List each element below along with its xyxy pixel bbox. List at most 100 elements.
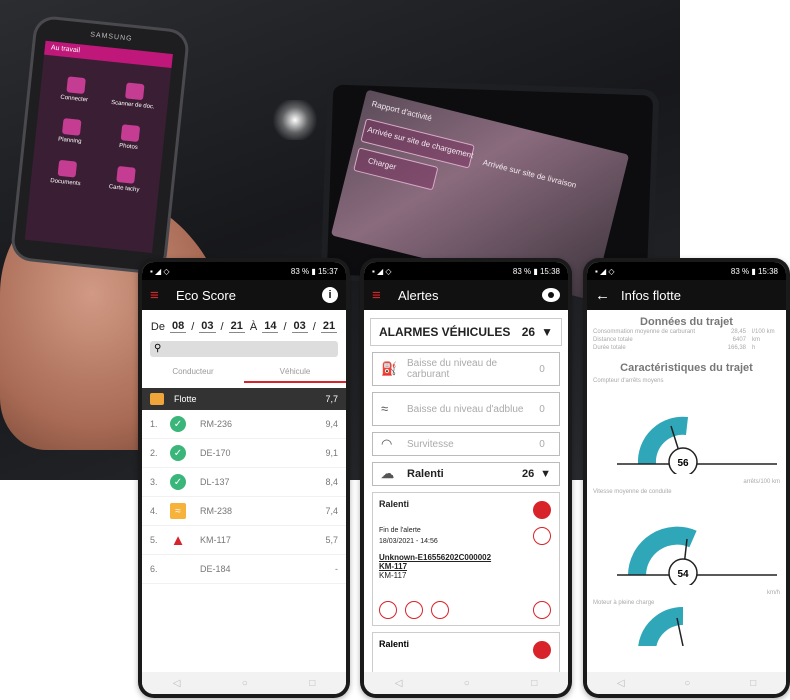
vehicle-score: - — [335, 564, 338, 574]
phone-icon[interactable] — [379, 601, 397, 619]
speedometer-icon: ◠ — [381, 436, 393, 451]
check-icon: ✓ — [170, 445, 186, 461]
date-from-month[interactable]: 03 — [199, 320, 216, 333]
menu-icon[interactable]: ≡ — [372, 287, 398, 304]
eye-off-icon[interactable] — [533, 501, 551, 519]
fleet-row[interactable]: Flotte 7,7 — [142, 388, 346, 410]
gauge-value: 54 — [677, 569, 689, 580]
signal-icon: ▪ ◢ ◇ — [372, 266, 392, 276]
chat-icon[interactable] — [405, 601, 423, 619]
alert-card-survitesse[interactable]: ◠ Survitesse 0 — [372, 432, 560, 456]
trip-data-label: Distance totale — [593, 337, 633, 343]
nav-bar: ◁ ○ □ — [587, 672, 786, 694]
empty-icon — [170, 561, 186, 577]
detail-title: Ralenti — [379, 639, 410, 649]
note-icon[interactable] — [533, 601, 551, 619]
vehicle-name: DE-184 — [200, 564, 231, 574]
date-range: De 08/ 03/ 21 À 14/ 03/ 21 — [150, 320, 338, 333]
eye-icon[interactable] — [542, 288, 560, 302]
date-to-day[interactable]: 14 — [262, 320, 279, 333]
home-nav-icon[interactable]: ○ — [242, 678, 248, 689]
recent-nav-icon[interactable]: □ — [750, 678, 756, 689]
rank-number: 3. — [150, 477, 158, 487]
status-bar: ▪ ◢ ◇ 83 % ▮ 15:38 — [364, 262, 568, 280]
gauge-load — [638, 606, 684, 650]
phone-eco-score: ▪ ◢ ◇ 83 % ▮ 15:37 ≡ Eco Score i De 08/ … — [138, 258, 350, 698]
alarm-section-header[interactable]: ALARMES VÉHICULES 26 ▼ — [370, 318, 562, 346]
tab-conducteur[interactable]: Conducteur — [142, 367, 244, 383]
vehicle-score: 8,4 — [325, 477, 338, 487]
vehicle-score: 7,4 — [325, 506, 338, 516]
date-to-month[interactable]: 03 — [291, 320, 308, 333]
dashboard-label: Arrivée sur site de livraison — [481, 157, 578, 190]
menu-icon[interactable]: ≡ — [150, 287, 176, 304]
fleet-label: Flotte — [174, 394, 197, 404]
ranking-row[interactable]: 6. DE-184 - — [142, 555, 346, 584]
trip-data-value: 6407 — [732, 337, 746, 343]
detail-driver-link[interactable]: Unknown-E16556202C000002 — [379, 553, 553, 562]
home-nav-icon[interactable]: ○ — [684, 678, 690, 689]
status-bar: ▪ ◢ ◇ 83 % ▮ 15:38 — [587, 262, 786, 280]
date-from-day[interactable]: 08 — [169, 320, 187, 333]
home-nav-icon[interactable]: ○ — [464, 678, 470, 689]
detail-vehicle-link[interactable]: KM-117 — [379, 562, 553, 571]
ranking-row[interactable]: 1. ✓ RM-236 9,4 — [142, 410, 346, 439]
alert-card-fuel[interactable]: ⛽ Baisse du niveau de carburant 0 — [372, 352, 560, 386]
rank-number: 2. — [150, 448, 158, 458]
signal-icon: ▪ ◢ ◇ — [150, 266, 170, 276]
vehicle-name: KM-117 — [200, 535, 231, 545]
location-pin-icon[interactable] — [533, 527, 551, 545]
photo-phone: SAMSUNG Au travail Connecter Scanner de … — [12, 17, 188, 273]
trip-data-value: 166,38 — [727, 345, 746, 351]
warning-icon: ▲ — [170, 531, 186, 549]
back-nav-icon[interactable]: ◁ — [617, 678, 625, 689]
check-icon: ✓ — [170, 474, 186, 490]
app-bar: ≡ Eco Score i — [142, 280, 346, 310]
eye-off-icon[interactable] — [533, 641, 551, 659]
signal-icon: ▪ ◢ ◇ — [595, 266, 615, 276]
ranking-row[interactable]: 5. ▲ KM-117 5,7 — [142, 526, 346, 555]
alert-card-adblue[interactable]: ≈ Baisse du niveau d'adblue 0 — [372, 392, 560, 426]
rank-number: 4. — [150, 506, 158, 516]
status-bar: ▪ ◢ ◇ 83 % ▮ 15:37 — [142, 262, 346, 280]
trip-data-unit: l/100 km — [752, 329, 775, 335]
section-count: 26 — [521, 325, 536, 339]
ranking-row[interactable]: 2. ✓ DE-170 9,1 — [142, 439, 346, 468]
section-title: Données du trajet — [640, 316, 733, 328]
vehicle-name: RM-238 — [200, 506, 233, 516]
vehicle-score: 5,7 — [325, 535, 338, 545]
photo-tile: Documents — [39, 147, 95, 188]
ranking-row[interactable]: 4. ≈ RM-238 7,4 — [142, 497, 346, 526]
search-icon: ⚲ — [154, 343, 162, 354]
mail-icon[interactable] — [431, 601, 449, 619]
nav-bar: ◁ ○ □ — [364, 672, 568, 694]
trip-data-label: Consommation moyenne de carburant — [593, 329, 696, 335]
gauge-stops: 56 — [617, 416, 777, 477]
rank-number: 1. — [150, 419, 158, 429]
date-to-year[interactable]: 21 — [320, 320, 338, 333]
adblue-icon: ≈ — [381, 401, 389, 416]
phone-alertes: ▪ ◢ ◇ 83 % ▮ 15:38 ≡ Alertes ALARMES VÉH… — [360, 258, 572, 698]
back-nav-icon[interactable]: ◁ — [395, 678, 403, 689]
page-title: Infos flotte — [621, 287, 681, 303]
chevron-down-icon: ▼ — [541, 325, 553, 339]
trip-data-row: Distance totale 6407 km — [587, 336, 786, 344]
back-nav-icon[interactable]: ◁ — [173, 678, 181, 689]
check-icon: ✓ — [170, 416, 186, 432]
ranking-row[interactable]: 3. ✓ DL-137 8,4 — [142, 468, 346, 497]
date-from-year[interactable]: 21 — [228, 320, 245, 333]
trend-icon: ≈ — [170, 503, 186, 519]
app-bar: ← Infos flotte — [587, 280, 786, 310]
photo-tile: Scanner de doc. — [106, 70, 162, 111]
recent-nav-icon[interactable]: □ — [309, 678, 315, 689]
chevron-down-icon: ▼ — [540, 468, 551, 480]
ranking-list: 1. ✓ RM-236 9,4 2. ✓ DE-170 9,1 3. ✓ DL-137 8,4 4. ≈ R… — [142, 410, 346, 584]
recent-nav-icon[interactable]: □ — [531, 678, 537, 689]
section-label: ALARMES VÉHICULES — [379, 325, 511, 339]
tab-vehicule[interactable]: Véhicule — [244, 367, 346, 383]
alert-card-ralenti[interactable]: ☁ Ralenti 26 ▼ — [372, 462, 560, 486]
back-arrow-icon[interactable]: ← — [595, 287, 621, 304]
gauge-value: 56 — [677, 458, 689, 469]
search-input[interactable]: ⚲ — [150, 341, 338, 357]
info-icon[interactable]: i — [322, 287, 338, 303]
